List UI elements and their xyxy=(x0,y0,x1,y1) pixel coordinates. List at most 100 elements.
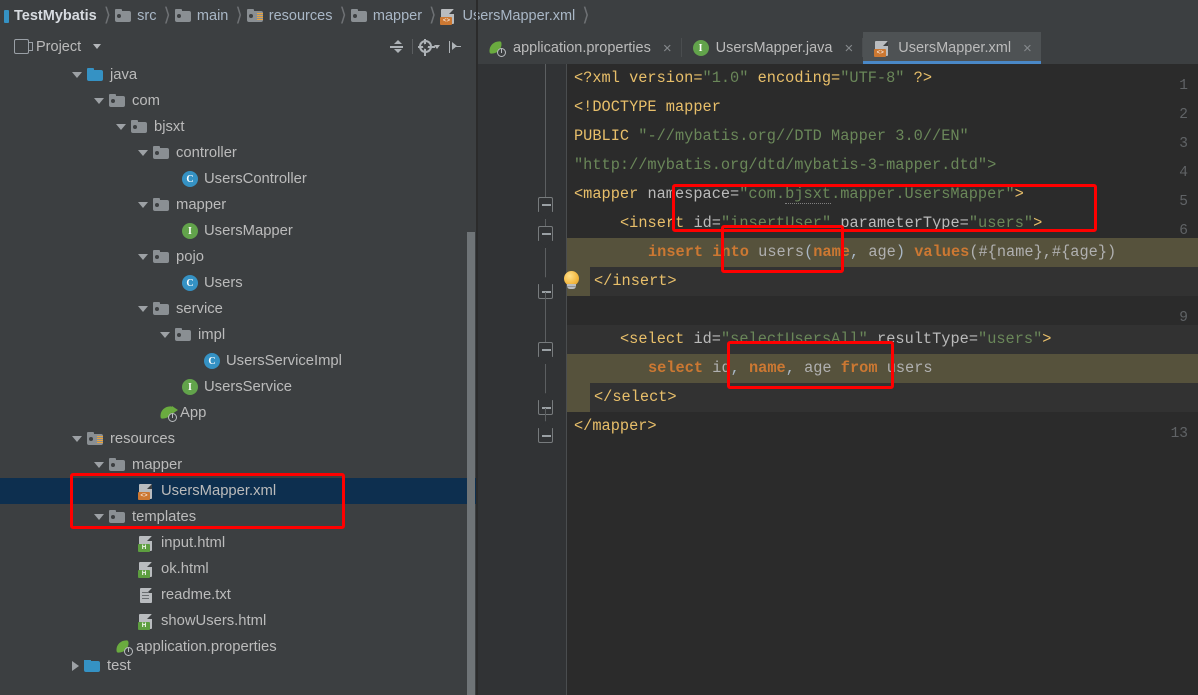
code-token: namespace= xyxy=(638,185,740,203)
tree-row-showusers-html[interactable]: H showUsers.html xyxy=(0,608,477,634)
tree-row-resources[interactable]: resources xyxy=(0,426,477,452)
close-icon[interactable]: × xyxy=(844,41,853,56)
tree-row-userscontroller[interactable]: C UsersController xyxy=(0,166,477,192)
tree-row-app[interactable]: App xyxy=(0,400,477,426)
expand-arrow-icon[interactable] xyxy=(138,254,148,260)
tree-row-usersserviceimpl[interactable]: C UsersServiceImpl xyxy=(0,348,477,374)
html-file-icon: H xyxy=(138,536,155,552)
breadcrumb-item-file[interactable]: <> UsersMapper.xml xyxy=(440,0,575,31)
editor-text[interactable]: <?xml version="1.0" encoding="UTF-8" ?> … xyxy=(574,64,1198,695)
code-token: encoding= xyxy=(748,69,841,87)
code-token: > xyxy=(1033,214,1043,232)
source-folder-icon xyxy=(84,660,101,672)
code-token: <insert xyxy=(620,214,685,232)
tree-label: impl xyxy=(198,327,226,343)
tree-row-usersservice[interactable]: I UsersService xyxy=(0,374,477,400)
tree-row-mapper-pkg[interactable]: mapper xyxy=(0,192,477,218)
breadcrumb-item-mapper[interactable]: mapper xyxy=(350,0,422,31)
tree-row-templates[interactable]: templates xyxy=(0,504,477,530)
code-token: "UTF-8" xyxy=(840,69,905,87)
close-icon[interactable]: × xyxy=(663,41,672,56)
tree-row-service[interactable]: service xyxy=(0,296,477,322)
breadcrumb-item-main[interactable]: main xyxy=(174,0,228,31)
class-icon: C xyxy=(204,353,220,369)
project-tree[interactable]: main java com bjsxt controller C UsersCo… xyxy=(0,62,477,695)
tree-row-readme-txt[interactable]: readme.txt xyxy=(0,582,477,608)
code-token: id= xyxy=(684,214,721,232)
tree-label: service xyxy=(176,301,223,317)
expand-arrow-icon[interactable] xyxy=(116,124,126,130)
code-line-11: select id, name, age from users xyxy=(574,354,933,383)
breadcrumb-separator: ⟩ xyxy=(582,5,590,26)
close-icon[interactable]: × xyxy=(1023,41,1032,56)
tree-row-impl[interactable]: impl xyxy=(0,322,477,348)
tree-row-test[interactable]: test xyxy=(0,660,477,672)
tab-label: UsersMapper.java xyxy=(715,40,833,56)
project-toolwindow-title-button[interactable]: Project xyxy=(0,39,102,55)
project-tree-scrollbar[interactable] xyxy=(467,232,475,695)
folder-icon xyxy=(115,8,132,23)
expand-arrow-icon[interactable] xyxy=(160,332,170,338)
tree-row-java[interactable]: java xyxy=(0,62,477,88)
xml-file-icon: <> xyxy=(440,8,457,25)
hide-button[interactable] xyxy=(442,34,468,60)
code-token: , xyxy=(785,359,805,377)
expand-arrow-icon[interactable] xyxy=(94,462,104,468)
tree-label: Users xyxy=(204,275,243,291)
code-token: "-//mybatis.org//DTD Mapper 3.0//EN" xyxy=(638,127,969,145)
tree-row-users-class[interactable]: C Users xyxy=(0,270,477,296)
fold-marker-insert-open[interactable] xyxy=(538,226,553,241)
html-file-icon: H xyxy=(138,562,155,578)
expand-arrow-icon[interactable] xyxy=(94,514,104,520)
tab-usersmapper-java[interactable]: I UsersMapper.java × xyxy=(682,32,863,64)
fold-marker-mapper-close[interactable] xyxy=(538,428,553,443)
collapse-all-button[interactable] xyxy=(383,34,409,60)
fold-marker-select-open[interactable] xyxy=(538,342,553,357)
tree-label: UsersMapper xyxy=(204,223,293,239)
settings-button[interactable] xyxy=(416,34,442,60)
breadcrumb-separator: ⟩ xyxy=(429,5,437,26)
tree-row-input-html[interactable]: H input.html xyxy=(0,530,477,556)
tree-label: readme.txt xyxy=(161,587,231,603)
tree-row-pojo[interactable]: pojo xyxy=(0,244,477,270)
tree-row-bjsxt[interactable]: bjsxt xyxy=(0,114,477,140)
code-line-13: </mapper> xyxy=(574,412,657,441)
breadcrumb-item-src[interactable]: src xyxy=(115,0,157,31)
tree-label: controller xyxy=(176,145,237,161)
breadcrumb-item-project[interactable]: TestMybatis xyxy=(4,0,97,31)
expand-arrow-icon[interactable] xyxy=(138,202,148,208)
code-line-5: <mapper namespace="com.bjsxt.mapper.User… xyxy=(574,180,1024,209)
tree-row-application-properties[interactable]: application.properties xyxy=(0,634,477,660)
tree-row-mapper-res[interactable]: mapper xyxy=(0,452,477,478)
collapse-arrow-icon[interactable] xyxy=(72,661,79,671)
expand-arrow-icon[interactable] xyxy=(72,436,82,442)
expand-arrow-icon[interactable] xyxy=(138,306,148,312)
code-token: bjsxt xyxy=(785,185,832,204)
fold-column[interactable] xyxy=(534,64,558,695)
code-token: > xyxy=(1014,185,1024,203)
tree-row-usersmapper-xml[interactable]: <> UsersMapper.xml xyxy=(0,478,477,504)
tree-label: templates xyxy=(132,509,197,525)
tree-row-com[interactable]: com xyxy=(0,88,477,114)
chevron-down-icon[interactable] xyxy=(93,44,102,49)
tab-usersmapper-xml[interactable]: <> UsersMapper.xml × xyxy=(863,32,1041,64)
tab-application-properties[interactable]: application.properties × xyxy=(478,32,681,64)
xml-file-icon: <> xyxy=(874,41,891,57)
code-token: "insertUser" xyxy=(720,214,832,232)
code-token: "com. xyxy=(739,185,786,203)
code-token: users xyxy=(886,359,933,377)
expand-arrow-icon[interactable] xyxy=(72,72,82,78)
spring-properties-icon xyxy=(115,639,133,656)
breadcrumb-label: TestMybatis xyxy=(14,7,97,24)
project-toolwindow-header: Project xyxy=(0,31,477,62)
fold-marker-mapper[interactable] xyxy=(538,197,553,212)
code-token: .mapper.UsersMapper" xyxy=(831,185,1015,203)
tree-row-ok-html[interactable]: H ok.html xyxy=(0,556,477,582)
tree-row-controller[interactable]: controller xyxy=(0,140,477,166)
code-editor[interactable]: 1 2 3 4 5 6 7 8 9 10 11 12 13 xyxy=(478,64,1198,695)
code-token: "1.0" xyxy=(702,69,749,87)
expand-arrow-icon[interactable] xyxy=(94,98,104,104)
expand-arrow-icon[interactable] xyxy=(138,150,148,156)
breadcrumb-item-resources[interactable]: resources xyxy=(246,0,332,31)
tree-row-usersmapper-iface[interactable]: I UsersMapper xyxy=(0,218,477,244)
